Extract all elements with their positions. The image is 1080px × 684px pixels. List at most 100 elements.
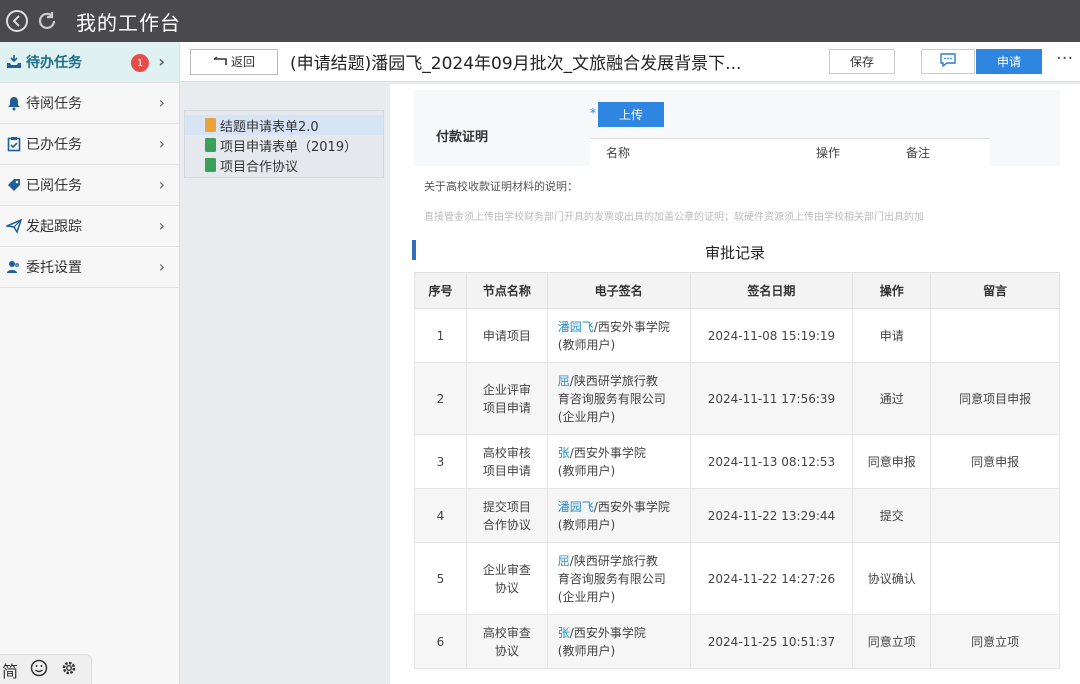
node-cell: 企业审查 协议 (465, 542, 548, 615)
tree-item-label: 项目申请表单（2019） (220, 139, 358, 155)
smiley-icon[interactable] (30, 659, 48, 681)
column-remark: 备注 (906, 146, 931, 160)
document-title: (申请结题)潘园飞_2024年09月批次_文旅融合发展背景下... (290, 54, 742, 74)
return-arrow-icon (213, 55, 227, 69)
upload-button[interactable]: 上传 (598, 102, 664, 127)
tree-item-closing-form[interactable]: 结题申请表单2.0 (185, 115, 383, 135)
column-header: 电子签名 (546, 272, 691, 309)
column-header: 留言 (930, 272, 1060, 309)
signer-org-cont: 育咨询服务有限公司 (557, 391, 666, 406)
signature-cell: 潘园飞/西安外事学院 (教师用户) (546, 488, 691, 543)
column-header: 节点名称 (465, 272, 548, 309)
seq-cell: 2 (414, 362, 467, 435)
note-title: 关于高校收款证明材料的说明： (424, 180, 578, 193)
signer-org: /西安外事学院 (569, 625, 646, 640)
signer-org: /陕西研学旅行教 (569, 373, 658, 388)
signer-role: (教师用户) (557, 463, 616, 478)
chevron-right-icon: › (158, 257, 165, 276)
table-row: 4 提交项目 合作协议 潘园飞/西安外事学院 (教师用户) 2024-11-22 1… (414, 488, 1060, 543)
node-line: 协议 (494, 580, 519, 595)
message-cell (930, 542, 1060, 615)
seq-cell: 1 (414, 308, 467, 363)
node-line: 项目申请 (482, 400, 531, 415)
node-line: 企业审查 (482, 562, 531, 577)
tree-item-application-form[interactable]: 项目申请表单（2019） (185, 135, 383, 155)
node-cell: 高校审核 项目申请 (465, 434, 548, 489)
node-line: 协议 (494, 643, 519, 658)
node-line: 合作协议 (482, 517, 531, 532)
operation-cell: 提交 (852, 488, 932, 543)
sidebar-item-tracking[interactable]: 发起跟踪 › (0, 206, 179, 247)
seq-cell: 6 (414, 614, 467, 669)
sidebar-item-todo[interactable]: 待办任务 1 › (0, 42, 179, 83)
date-cell: 2024-11-22 13:29:44 (689, 488, 854, 543)
sidebar-item-label: 委托设置 (26, 260, 82, 276)
paper-plane-icon (4, 216, 24, 236)
sidebar-item-done[interactable]: 已办任务 › (0, 124, 179, 165)
inbox-icon (4, 52, 24, 72)
clipboard-check-icon (4, 134, 24, 154)
node-line: 提交项目 (482, 499, 531, 514)
sidebar-item-label: 待阅任务 (26, 96, 82, 112)
signature-cell: 张/西安外事学院 (教师用户) (546, 434, 691, 489)
table-row: 3 高校审核项目申请 张/西安外事学院 (教师用户) 2024-11-13 08:… (414, 434, 1060, 489)
chevron-right-icon: › (158, 52, 165, 71)
signer-role: (教师用户) (557, 337, 616, 352)
chevron-right-icon: › (158, 93, 165, 112)
tree-item-cooperation-agreement[interactable]: 项目合作协议 (185, 155, 383, 175)
save-button[interactable]: 保存 (829, 49, 895, 74)
form-tree-panel: 结题申请表单2.0 项目申请表单（2019） 项目合作协议 (184, 110, 384, 178)
simplified-chinese-toggle[interactable]: 简 (2, 658, 18, 682)
operation-cell: 申请 (852, 308, 932, 363)
gear-icon[interactable] (60, 659, 78, 681)
form-content: 付款证明 * 上传 名称 操作 备注 关于高校收款证明材料的说明： 直接管金须上… (390, 84, 1080, 684)
chevron-right-icon: › (158, 216, 165, 235)
more-options-icon[interactable]: ··· (1056, 48, 1073, 69)
document-icon (205, 158, 216, 172)
signer-org: /西安外事学院 (593, 319, 670, 334)
date-cell: 2024-11-25 10:51:37 (689, 614, 854, 669)
sidebar-item-label: 待办任务 (26, 55, 82, 71)
attachment-table-header: 名称 操作 备注 (590, 138, 990, 166)
signer-name: 屈 (557, 373, 570, 388)
sidebar-item-label: 发起跟踪 (26, 219, 82, 235)
tree-item-label: 结题申请表单2.0 (220, 119, 319, 135)
date-cell: 2024-11-13 08:12:53 (689, 434, 854, 489)
message-cell: 同意立项 (930, 614, 1060, 669)
refresh-icon[interactable] (34, 8, 60, 34)
sidebar-item-to-read[interactable]: 待阅任务 › (0, 83, 179, 124)
note-body: 直接管金须上传由学校财务部门开具的发票或出具的加盖公章的证明；软硬件资源须上传由… (424, 212, 924, 223)
back-button-label: 返回 (230, 55, 255, 69)
signature-cell: 屈/陕西研学旅行教 育咨询服务有限公司 (企业用户) (546, 362, 691, 435)
column-header: 序号 (414, 272, 467, 309)
user-group-icon (4, 257, 24, 277)
sidebar-item-read[interactable]: 已阅任务 › (0, 165, 179, 206)
table-header-row: 序号 节点名称 电子签名 签名日期 操作 留言 (414, 272, 1060, 309)
node-line: 高校审查 (482, 625, 531, 640)
operation-cell: 通过 (852, 362, 932, 435)
table-row: 5 企业审查 协议 屈/陕西研学旅行教 育咨询服务有限公司 (企业用户) 2024-1… (414, 542, 1060, 615)
tag-icon (4, 175, 24, 195)
table-row: 6 高校审查 协议 张/西安外事学院 (教师用户) 2024-11-25 10:51… (414, 614, 1060, 669)
node-line: 申请项目 (482, 328, 531, 343)
message-cell (930, 308, 1060, 363)
node-line: 企业评审 (482, 382, 531, 397)
sidebar-item-label: 已阅任务 (26, 178, 82, 194)
chat-bubble-icon (939, 52, 957, 72)
back-circle-icon[interactable] (4, 8, 30, 34)
operation-cell: 同意立项 (852, 614, 932, 669)
required-mark: * (590, 106, 596, 120)
apply-button[interactable]: 申请 (976, 49, 1042, 74)
node-line: 项目申请 (482, 463, 531, 478)
table-row: 2 企业评审 项目申请 屈/陕西研学旅行教 育咨询服务有限公司 (企业用户) 2024… (414, 362, 1060, 435)
chevron-right-icon: › (158, 134, 165, 153)
document-icon (205, 138, 216, 152)
date-cell: 2024-11-22 14:27:26 (689, 542, 854, 615)
node-line: 高校审核 (482, 445, 531, 460)
back-button[interactable]: 返回 (190, 48, 278, 75)
message-cell (930, 488, 1060, 543)
sidebar-item-delegate[interactable]: 委托设置 › (0, 247, 179, 288)
column-header: 签名日期 (689, 272, 854, 309)
comment-button[interactable] (921, 49, 975, 74)
seq-cell: 3 (414, 434, 467, 489)
